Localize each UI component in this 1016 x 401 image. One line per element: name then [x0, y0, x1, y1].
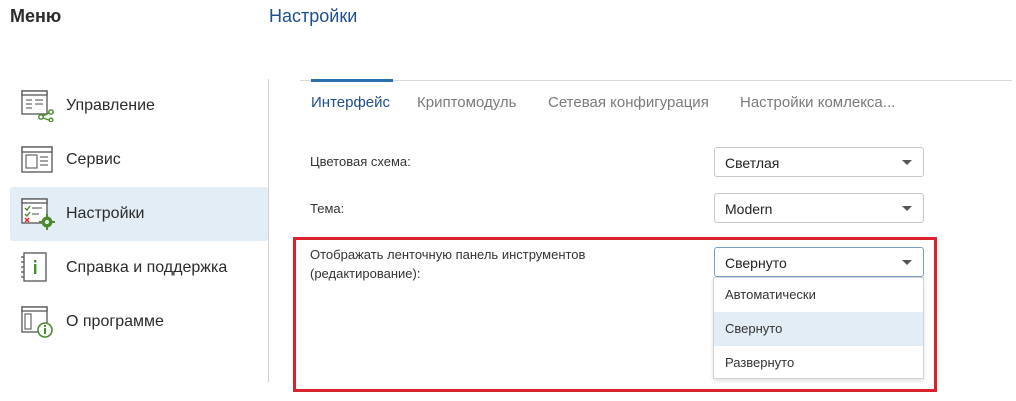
menu-title: Меню [10, 6, 62, 26]
sidebar-divider [268, 79, 269, 382]
sidebar-item-label: О программе [66, 313, 164, 330]
sidebar-item-service[interactable]: Сервис [10, 133, 268, 187]
color-scheme-select[interactable]: Светлая [714, 147, 924, 177]
settings-icon [21, 198, 55, 230]
sidebar-item-help[interactable]: Справка и поддержка [10, 241, 268, 295]
color-scheme-label: Цветовая схема: [310, 154, 411, 169]
sidebar-item-settings[interactable]: Настройки [10, 187, 268, 241]
chevron-down-icon [902, 160, 912, 165]
highlight-box [293, 237, 937, 392]
about-icon [21, 306, 55, 338]
tab-network-config[interactable]: Сетевая конфигурация [548, 94, 709, 111]
sidebar: Управление Сервис Настройки Справка и по… [10, 79, 268, 349]
color-scheme-value: Светлая [725, 155, 780, 171]
theme-value: Modern [725, 201, 773, 217]
tabs-divider [300, 80, 1012, 81]
management-icon [21, 90, 55, 123]
sidebar-item-label: Управление [66, 97, 155, 114]
service-icon [21, 144, 55, 176]
chevron-down-icon [902, 206, 912, 211]
tab-interface[interactable]: Интерфейс [311, 94, 390, 111]
tab-crypto-module[interactable]: Криптомодуль [417, 94, 516, 111]
sidebar-item-about[interactable]: О программе [10, 295, 268, 349]
active-tab-indicator [311, 79, 393, 82]
theme-select[interactable]: Modern [714, 193, 924, 223]
tab-complex-settings[interactable]: Настройки комлекса... [740, 94, 895, 111]
sidebar-item-label: Справка и поддержка [66, 259, 228, 276]
sidebar-item-label: Настройки [66, 205, 145, 222]
help-icon [21, 252, 55, 284]
sidebar-item-label: Сервис [66, 151, 121, 168]
page-title: Настройки [269, 6, 358, 26]
theme-label: Тема: [310, 201, 345, 216]
sidebar-item-management[interactable]: Управление [10, 79, 268, 133]
